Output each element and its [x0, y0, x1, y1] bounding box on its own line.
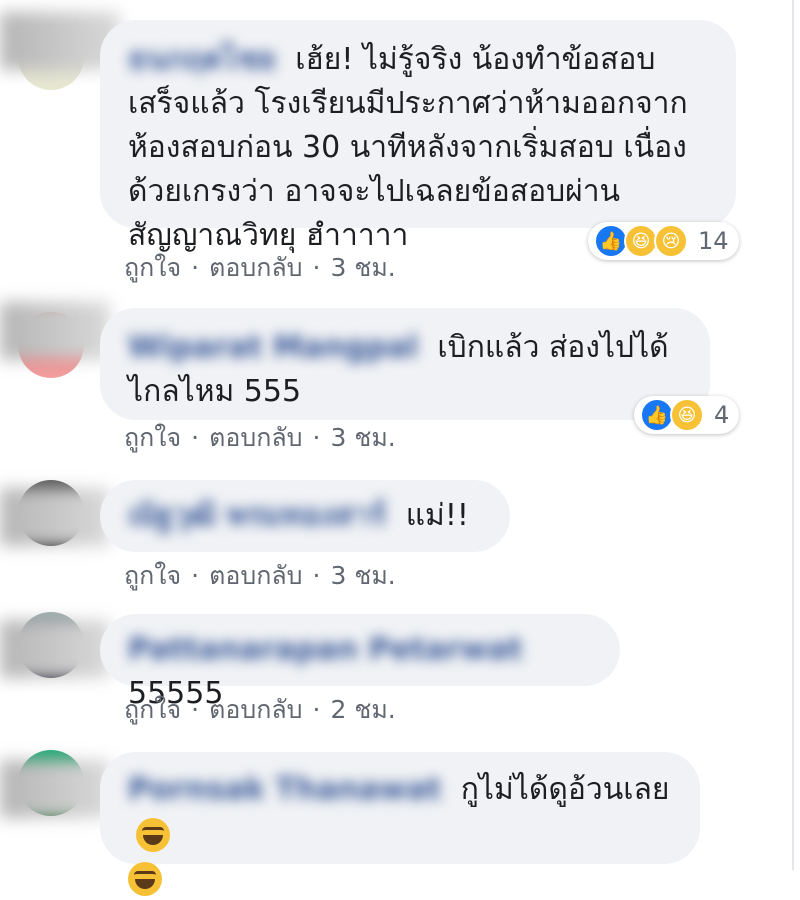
separator-dot: · [312, 561, 321, 590]
reply-button[interactable]: ตอบกลับ [209, 423, 302, 452]
reply-button[interactable]: ตอบกลับ [209, 695, 302, 724]
reaction-summary[interactable]: 👍 😆 4 [634, 396, 740, 434]
reaction-count: 4 [714, 401, 730, 429]
comment-actions: ถูกใจ · ตอบกลับ · 2 ชม. [124, 690, 396, 730]
sad-reaction-icon: 😢 [654, 224, 688, 258]
like-button[interactable]: ถูกใจ [124, 423, 181, 452]
separator-dot: · [191, 423, 200, 452]
separator-dot: · [312, 695, 321, 724]
comment-item: ธนกฤตไชย เฮ้ย! ไม่รู้จริง น้องทำข้อสอบเส… [0, 0, 780, 290]
blurred-name-overlay [0, 488, 110, 546]
like-button[interactable]: ถูกใจ [124, 253, 181, 282]
timestamp[interactable]: 2 ชม. [331, 695, 396, 724]
scrollbar-track[interactable] [792, 0, 794, 870]
haha-reaction-icon: 😆 [670, 398, 704, 432]
timestamp[interactable]: 3 ชม. [331, 561, 396, 590]
reaction-count: 14 [698, 227, 729, 255]
comment-item: Pattanarapan Petarwat 55555 ถูกใจ · ตอบกลั… [0, 604, 780, 734]
haha-reaction-icon: 😆 [624, 224, 658, 258]
separator-dot: · [191, 561, 200, 590]
comment-actions: ถูกใจ · ตอบกลับ · 3 ชม. [124, 418, 396, 458]
reply-button[interactable]: ตอบกลับ [209, 561, 302, 590]
like-reaction-icon: 👍 [594, 224, 628, 258]
reply-button[interactable]: ตอบกลับ [209, 253, 302, 282]
comment-bubble: Pornsak Thanawat กูไม่ได้ดูอ้วนเลย [100, 752, 700, 896]
comment-author[interactable]: ณัฐวุฒิ พรมทองสาร์ [128, 498, 386, 533]
comment-item: Pornsak Thanawat กูไม่ได้ดูอ้วนเลย [0, 744, 780, 896]
separator-dot: · [312, 253, 321, 282]
comment-item: Wiparat Mangpal เบิกแล้ว ส่องไปได้ไกลไหม… [0, 290, 780, 460]
blurred-name-overlay [0, 620, 110, 678]
comment-bubble: ธนกฤตไชย เฮ้ย! ไม่รู้จริง น้องทำข้อสอบเส… [100, 20, 736, 253]
separator-dot: · [191, 695, 200, 724]
comment-text: กูไม่ได้ดูอ้วนเลย [460, 772, 670, 807]
comment-bubble: Pattanarapan Petarwat 55555 [100, 614, 620, 711]
blurred-name-overlay [0, 760, 110, 818]
comment-author[interactable]: ธนกฤตไชย [128, 42, 276, 77]
comment-actions: ถูกใจ · ตอบกลับ · 3 ชม. [124, 556, 396, 596]
reaction-summary[interactable]: 👍 😆 😢 14 [588, 222, 739, 260]
comment-text: แม่!! [405, 498, 469, 533]
laughing-emoji-icon [128, 861, 162, 896]
like-button[interactable]: ถูกใจ [124, 561, 181, 590]
like-reaction-icon: 👍 [640, 398, 674, 432]
separator-dot: · [191, 253, 200, 282]
timestamp[interactable]: 3 ชม. [331, 423, 396, 452]
comment-author[interactable]: Pattanarapan Petarwat [128, 632, 523, 667]
comment-author[interactable]: Wiparat Mangpal [128, 330, 418, 365]
comment-bubble: ณัฐวุฒิ พรมทองสาร์ แม่!! [100, 480, 510, 552]
like-button[interactable]: ถูกใจ [124, 695, 181, 724]
comment-actions: ถูกใจ · ตอบกลับ · 3 ชม. [124, 248, 396, 288]
comment-bubble: Wiparat Mangpal เบิกแล้ว ส่องไปได้ไกลไหม… [100, 308, 710, 420]
separator-dot: · [312, 423, 321, 452]
laughing-emoji-icon [136, 817, 170, 852]
blurred-name-overlay [0, 302, 110, 360]
comment-item: ณัฐวุฒิ พรมทองสาร์ แม่!! ถูกใจ · ตอบกลับ · 3… [0, 470, 780, 600]
comment-author[interactable]: Pornsak Thanawat [128, 772, 441, 807]
timestamp[interactable]: 3 ชม. [331, 253, 396, 282]
